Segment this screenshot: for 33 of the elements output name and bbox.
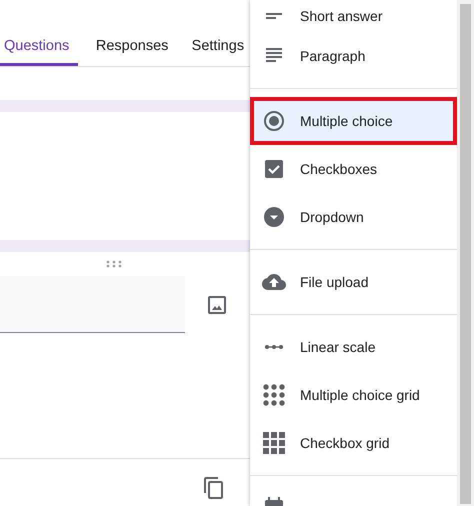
dot-grid-icon [262, 383, 286, 407]
menu-item-label: Paragraph [300, 48, 366, 64]
scrollbar[interactable] [457, 0, 474, 506]
menu-item[interactable]: Linear scale [250, 323, 457, 371]
menu-item-label: Multiple choice [300, 113, 393, 129]
menu-item[interactable]: File upload [250, 258, 457, 306]
menu-item[interactable]: Dropdown [250, 193, 457, 241]
menu-item-label: Dropdown [300, 209, 364, 225]
linear-scale-icon [264, 345, 284, 349]
menu-item[interactable]: Multiple choice grid [250, 371, 457, 419]
short-lines-icon [266, 13, 282, 19]
menu-item[interactable]: Checkboxes [250, 145, 457, 193]
menu-item[interactable]: Short answer [250, 0, 457, 32]
radio-icon [262, 109, 286, 133]
menu-item-label: Checkbox grid [300, 435, 390, 451]
menu-item[interactable]: Paragraph [250, 32, 457, 80]
square-grid-icon [262, 431, 286, 455]
checkbox-icon [262, 157, 286, 181]
drag-handle-icon[interactable] [106, 260, 122, 268]
menu-item[interactable]: Checkbox grid [250, 419, 457, 467]
menu-item-label: Short answer [300, 8, 382, 24]
dropdown-icon [262, 205, 286, 229]
menu-item-label: Linear scale [300, 339, 376, 355]
image-icon[interactable] [207, 294, 227, 314]
menu-item-label: Multiple choice grid [300, 387, 420, 403]
tab[interactable]: Settings [188, 38, 250, 66]
menu-item-label: File upload [300, 274, 368, 290]
copy-icon[interactable] [203, 476, 225, 500]
tab[interactable]: Questions [0, 38, 78, 66]
menu-item-label: Checkboxes [300, 161, 378, 177]
question-field[interactable] [0, 276, 185, 333]
menu-item[interactable]: Multiple choice [250, 97, 457, 145]
tab[interactable]: Responses [92, 38, 174, 66]
